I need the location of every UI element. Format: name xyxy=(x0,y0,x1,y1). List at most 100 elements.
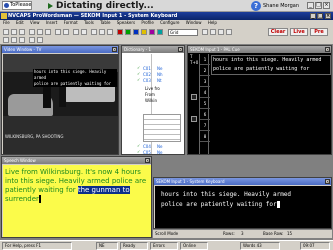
menu-window[interactable]: Window xyxy=(186,20,202,25)
copy-icon[interactable] xyxy=(37,29,43,35)
row-down-icon[interactable] xyxy=(37,37,43,43)
cyan-color-icon[interactable] xyxy=(157,29,163,35)
replace-icon[interactable] xyxy=(81,29,87,35)
app-title-bar: NVCAPS ProWordsman — SEKOM Input 1 - Sys… xyxy=(0,12,333,20)
close-icon[interactable]: × xyxy=(145,158,150,163)
speech-window-title-bar[interactable]: Speech Window × xyxy=(2,157,151,164)
item-value: Ne xyxy=(157,150,163,155)
dictionary-window[interactable]: Dictionary - 1 × ✓ C01 Ne ✓ C02 Nh ✓ C03 Nt Li… xyxy=(121,45,185,155)
close-icon[interactable]: × xyxy=(325,47,330,52)
yellow-color-icon[interactable] xyxy=(141,29,147,35)
item-value: Nt xyxy=(157,78,162,83)
speech-window[interactable]: Speech Window × Live from Wilkinsburg. I… xyxy=(1,156,152,238)
menu-help[interactable]: Help xyxy=(208,20,217,25)
video-window-title-bar[interactable]: Video Window - TV × xyxy=(2,46,118,53)
paste-icon[interactable] xyxy=(45,29,51,35)
logo-icon xyxy=(4,3,9,8)
check-icon[interactable]: ✓ xyxy=(137,78,141,82)
help-icon[interactable]: ? xyxy=(251,1,261,11)
caption-grid-window[interactable]: SEKOM Input 1 - PAL Cue × T T+0 1 2 3 4 … xyxy=(187,45,332,155)
live-button[interactable]: Live xyxy=(290,28,308,36)
bold-icon[interactable] xyxy=(91,29,97,35)
menu-view[interactable]: View xyxy=(30,20,40,25)
dictionary-title-bar[interactable]: Dictionary - 1 × xyxy=(122,46,184,53)
underline-icon[interactable] xyxy=(107,29,113,35)
row-marker-icon[interactable] xyxy=(191,94,197,100)
open-icon[interactable] xyxy=(11,29,17,35)
transcript-text[interactable]: Live from Wilkinsburg. It's now 4 hours … xyxy=(3,165,151,237)
mode-field[interactable]: Grid xyxy=(168,29,198,36)
video-window[interactable]: Video Window - TV × hours into this sieg… xyxy=(1,45,119,155)
save-icon[interactable] xyxy=(19,29,25,35)
align-left-icon[interactable] xyxy=(3,37,9,43)
text-cursor xyxy=(276,201,280,208)
cut-icon[interactable] xyxy=(29,29,35,35)
minimize-button[interactable]: _ xyxy=(307,2,314,9)
menu-format[interactable]: Format xyxy=(64,20,78,25)
green-color-icon[interactable] xyxy=(125,29,131,35)
align-right-icon[interactable] xyxy=(19,37,25,43)
close-button[interactable]: × xyxy=(323,2,330,9)
word-count: Words 43 xyxy=(240,242,280,250)
check-icon[interactable]: ✓ xyxy=(137,66,141,70)
align-center-icon[interactable] xyxy=(11,37,17,43)
dictionary-list[interactable]: ✓ C01 Ne ✓ C02 Nh ✓ C03 Nt Live fro From Wilki… xyxy=(123,54,184,155)
video-window-title: Video Window - TV xyxy=(4,47,42,52)
magenta-color-icon[interactable] xyxy=(149,29,155,35)
app-logo[interactable]: ToPlease xyxy=(2,1,32,10)
caption-grid-title-bar[interactable]: SEKOM Input 1 - PAL Cue × xyxy=(188,46,331,53)
find-icon[interactable] xyxy=(73,29,79,35)
check-icon[interactable]: ✓ xyxy=(137,144,141,148)
menu-tools[interactable]: Tools xyxy=(84,20,94,25)
base-row-value[interactable]: 15 xyxy=(287,230,292,238)
maximize-button[interactable]: □ xyxy=(315,2,322,9)
menu-speakers[interactable]: Speakers xyxy=(117,20,135,25)
close-icon[interactable]: × xyxy=(178,47,183,52)
menu-configure[interactable]: Configure xyxy=(160,20,179,25)
settings-icon[interactable] xyxy=(202,29,208,35)
rows-value[interactable]: 3 xyxy=(241,230,244,238)
row-up-icon[interactable] xyxy=(29,37,35,43)
row-number: 2 xyxy=(200,65,210,76)
caption-grid[interactable]: T T+0 1 2 3 4 5 6 7 8 hours into this si… xyxy=(189,54,331,154)
redo-icon[interactable] xyxy=(63,29,69,35)
blue-color-icon[interactable] xyxy=(133,29,139,35)
red-color-icon[interactable] xyxy=(117,29,123,35)
row-number: 7 xyxy=(200,120,210,131)
transcript-highlight[interactable]: the gunman to xyxy=(77,186,130,194)
menu-table[interactable]: Table xyxy=(100,20,110,25)
video-caption-line: hours into this siege. Heavily armed xyxy=(34,69,107,80)
encoder-status-bar: Scroll Mode Rows: 3 Base Row: 15 xyxy=(153,230,332,238)
italic-icon[interactable] xyxy=(99,29,105,35)
list-item[interactable]: Wilkin xyxy=(123,98,184,104)
close-icon[interactable]: × xyxy=(112,47,117,52)
check-icon[interactable]: ✓ xyxy=(137,150,141,154)
check-icon[interactable]: ✓ xyxy=(137,72,141,76)
menu-profile[interactable]: Profile xyxy=(141,20,153,25)
row-number: 1 xyxy=(200,54,210,65)
marker-icon[interactable] xyxy=(218,29,224,35)
close-icon[interactable]: × xyxy=(325,179,330,184)
row-marker-icon[interactable] xyxy=(191,116,197,122)
user-name: Shane Morgan xyxy=(263,3,299,9)
preview-button[interactable]: Pre xyxy=(310,28,328,36)
menu-edit[interactable]: Edit xyxy=(16,20,24,25)
app-minimize-button[interactable]: _ xyxy=(310,13,316,19)
status-cell: Online xyxy=(180,242,208,250)
app-close-button[interactable]: × xyxy=(325,13,331,19)
video-person xyxy=(59,87,66,107)
status-bar: For Help, press F1 NE Ready Errors Onlin… xyxy=(0,240,333,250)
menu-insert[interactable]: Insert xyxy=(46,20,57,25)
clear-button[interactable]: Clear xyxy=(268,28,288,36)
new-icon[interactable] xyxy=(3,29,9,35)
grid-icon[interactable] xyxy=(226,29,232,35)
encoder-window[interactable]: SEKOM Input 1 - System Keyboard × hours … xyxy=(153,177,332,229)
app-maximize-button[interactable]: □ xyxy=(317,13,323,19)
list-item[interactable]: ✓ C03 Nt xyxy=(123,78,184,84)
scroll-mode-label[interactable]: Scroll Mode xyxy=(155,230,178,238)
speaker-icon[interactable] xyxy=(210,29,216,35)
encoder-title-bar[interactable]: SEKOM Input 1 - System Keyboard × xyxy=(154,178,331,185)
undo-icon[interactable] xyxy=(55,29,61,35)
menu-file[interactable]: File xyxy=(3,20,10,25)
video-caption-line: police are patiently waiting for xyxy=(34,81,112,86)
